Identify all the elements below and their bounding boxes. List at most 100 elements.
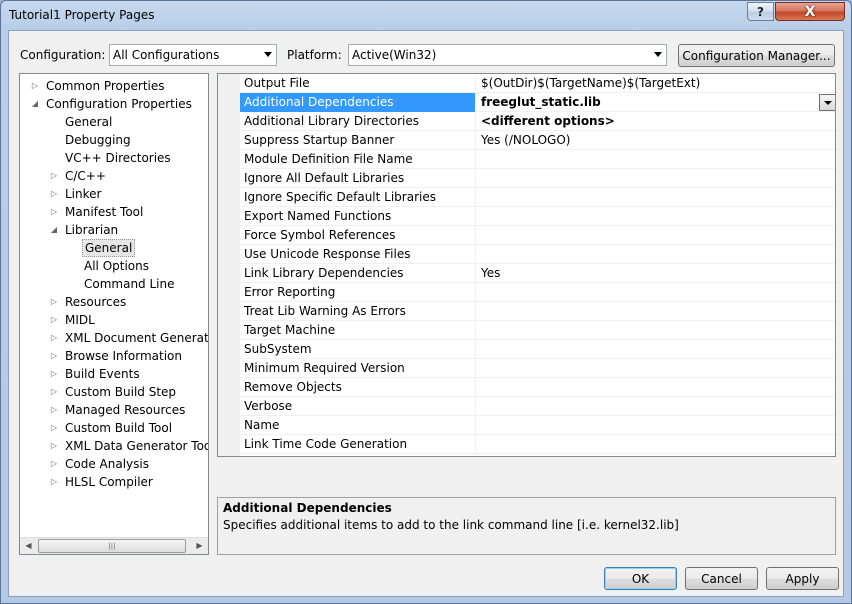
expand-arrow-icon[interactable]: ▷ xyxy=(49,419,59,437)
scroll-right-icon[interactable]: ▶ xyxy=(191,538,208,554)
property-row[interactable]: Name xyxy=(240,416,835,435)
collapse-arrow-icon[interactable]: ◢ xyxy=(49,221,59,239)
property-value[interactable]: freeglut_static.lib xyxy=(477,93,835,112)
cancel-label: Cancel xyxy=(701,571,742,586)
property-tree[interactable]: ◀ ||| ▶ ▷ Common Properties ◢ Configuration… xyxy=(19,73,209,555)
property-row[interactable]: Use Unicode Response Files xyxy=(240,245,835,264)
scroll-left-icon[interactable]: ◀ xyxy=(20,538,37,554)
property-value[interactable] xyxy=(477,169,835,188)
property-value[interactable] xyxy=(477,207,835,226)
tree-item[interactable]: Linker xyxy=(63,185,103,203)
tree-item[interactable]: Custom Build Step xyxy=(63,383,178,401)
property-row[interactable]: Remove Objects xyxy=(240,378,835,397)
property-value[interactable]: $(OutDir)$(TargetName)$(TargetExt) xyxy=(477,74,835,93)
property-row[interactable]: Export Named Functions xyxy=(240,207,835,226)
expand-arrow-icon[interactable]: ▷ xyxy=(49,455,59,473)
tree-item[interactable]: Custom Build Tool xyxy=(63,419,174,437)
property-value[interactable] xyxy=(477,150,835,169)
tree-item[interactable]: General xyxy=(82,239,136,257)
expand-arrow-icon[interactable]: ▷ xyxy=(49,311,59,329)
property-value[interactable] xyxy=(477,302,835,321)
property-value[interactable] xyxy=(477,416,835,435)
property-value[interactable] xyxy=(477,435,835,454)
tree-item[interactable]: Debugging xyxy=(63,131,133,149)
expand-arrow-icon[interactable]: ▷ xyxy=(49,473,59,491)
collapse-arrow-icon[interactable]: ◢ xyxy=(30,95,40,113)
expand-arrow-icon[interactable]: ▷ xyxy=(49,437,59,455)
property-row[interactable]: Additional Library Directories <different… xyxy=(240,112,835,131)
property-row[interactable]: Additional Dependencies freeglut_static.l… xyxy=(240,93,835,112)
property-row[interactable]: Verbose xyxy=(240,397,835,416)
property-value[interactable] xyxy=(477,340,835,359)
property-value[interactable] xyxy=(477,283,835,302)
expand-arrow-icon[interactable]: ▷ xyxy=(49,185,59,203)
expand-arrow-icon[interactable]: ▷ xyxy=(49,347,59,365)
property-value[interactable] xyxy=(477,321,835,340)
expand-arrow-icon[interactable]: ▷ xyxy=(30,77,40,95)
property-row[interactable]: Module Definition File Name xyxy=(240,150,835,169)
cancel-button[interactable]: Cancel xyxy=(685,567,758,590)
property-grid[interactable]: Output File $(OutDir)$(TargetName)$(Targe… xyxy=(217,73,836,457)
expand-arrow-icon[interactable]: ▷ xyxy=(49,383,59,401)
tree-item[interactable]: Command Line xyxy=(82,275,177,293)
expand-arrow-icon[interactable]: ▷ xyxy=(49,293,59,311)
tree-item[interactable]: Librarian xyxy=(63,221,120,239)
property-row[interactable]: Minimum Required Version xyxy=(240,359,835,378)
property-value[interactable]: Yes xyxy=(477,264,835,283)
tree-item[interactable]: Configuration Properties xyxy=(44,95,194,113)
property-value[interactable] xyxy=(477,188,835,207)
expand-arrow-icon[interactable]: ▷ xyxy=(49,167,59,185)
expand-arrow-icon[interactable]: ▷ xyxy=(49,365,59,383)
property-row[interactable]: Treat Lib Warning As Errors xyxy=(240,302,835,321)
configuration-manager-button[interactable]: Configuration Manager... xyxy=(678,44,835,67)
property-value[interactable]: Yes (/NOLOGO) xyxy=(477,131,835,150)
tree-item[interactable]: C/C++ xyxy=(63,167,108,185)
apply-button[interactable]: Apply xyxy=(766,567,839,590)
property-value[interactable] xyxy=(477,245,835,264)
close-button[interactable]: X xyxy=(775,2,845,21)
tree-item[interactable]: MIDL xyxy=(63,311,97,329)
platform-select[interactable]: Active(Win32) xyxy=(348,44,667,66)
property-row[interactable]: Target Machine xyxy=(240,321,835,340)
tree-item[interactable]: Common Properties xyxy=(44,77,167,95)
scrollbar-thumb[interactable]: ||| xyxy=(38,539,186,553)
close-icon: X xyxy=(804,3,816,20)
property-row[interactable]: Link Library Dependencies Yes xyxy=(240,264,835,283)
tree-item[interactable]: Build Events xyxy=(63,365,142,383)
tree-item[interactable]: VC++ Directories xyxy=(63,149,173,167)
property-value[interactable] xyxy=(477,397,835,416)
ok-button[interactable]: OK xyxy=(604,567,677,590)
tree-item[interactable]: XML Data Generator Tool xyxy=(63,437,208,455)
tree-item[interactable]: Resources xyxy=(63,293,128,311)
expand-arrow-icon[interactable]: ▷ xyxy=(49,203,59,221)
property-row[interactable]: Suppress Startup Banner Yes (/NOLOGO) xyxy=(240,131,835,150)
property-value[interactable] xyxy=(477,359,835,378)
property-value[interactable] xyxy=(477,226,835,245)
property-value[interactable]: <different options> xyxy=(477,112,835,131)
help-button[interactable]: ? xyxy=(747,2,774,21)
property-row[interactable]: Force Symbol References xyxy=(240,226,835,245)
tree-item[interactable]: All Options xyxy=(82,257,151,275)
tree-item[interactable]: Managed Resources xyxy=(63,401,187,419)
tree-item[interactable]: XML Document Generator xyxy=(63,329,208,347)
property-row[interactable]: Error Reporting xyxy=(240,283,835,302)
configuration-select[interactable]: All Configurations xyxy=(109,44,277,66)
tree-item[interactable]: Code Analysis xyxy=(63,455,151,473)
tree-horizontal-scrollbar[interactable]: ◀ ||| ▶ xyxy=(20,537,208,554)
tree-item[interactable]: HLSL Compiler xyxy=(63,473,155,491)
grid-separator xyxy=(217,457,836,497)
expand-arrow-icon[interactable]: ▷ xyxy=(49,401,59,419)
tree-item[interactable]: Browse Information xyxy=(63,347,184,365)
configuration-manager-label: Configuration Manager... xyxy=(682,48,831,63)
property-row[interactable]: Ignore All Default Libraries xyxy=(240,169,835,188)
title-bar[interactable]: Tutorial1 Property Pages ? X xyxy=(1,1,851,31)
tree-item[interactable]: General xyxy=(63,113,114,131)
property-row[interactable]: SubSystem xyxy=(240,340,835,359)
expand-arrow-icon[interactable]: ▷ xyxy=(49,329,59,347)
property-value[interactable] xyxy=(477,378,835,397)
property-row[interactable]: Ignore Specific Default Libraries xyxy=(240,188,835,207)
property-row[interactable]: Output File $(OutDir)$(TargetName)$(Targe… xyxy=(240,74,835,93)
value-dropdown-button[interactable] xyxy=(819,94,835,111)
tree-item[interactable]: Manifest Tool xyxy=(63,203,145,221)
property-row[interactable]: Link Time Code Generation xyxy=(240,435,835,454)
